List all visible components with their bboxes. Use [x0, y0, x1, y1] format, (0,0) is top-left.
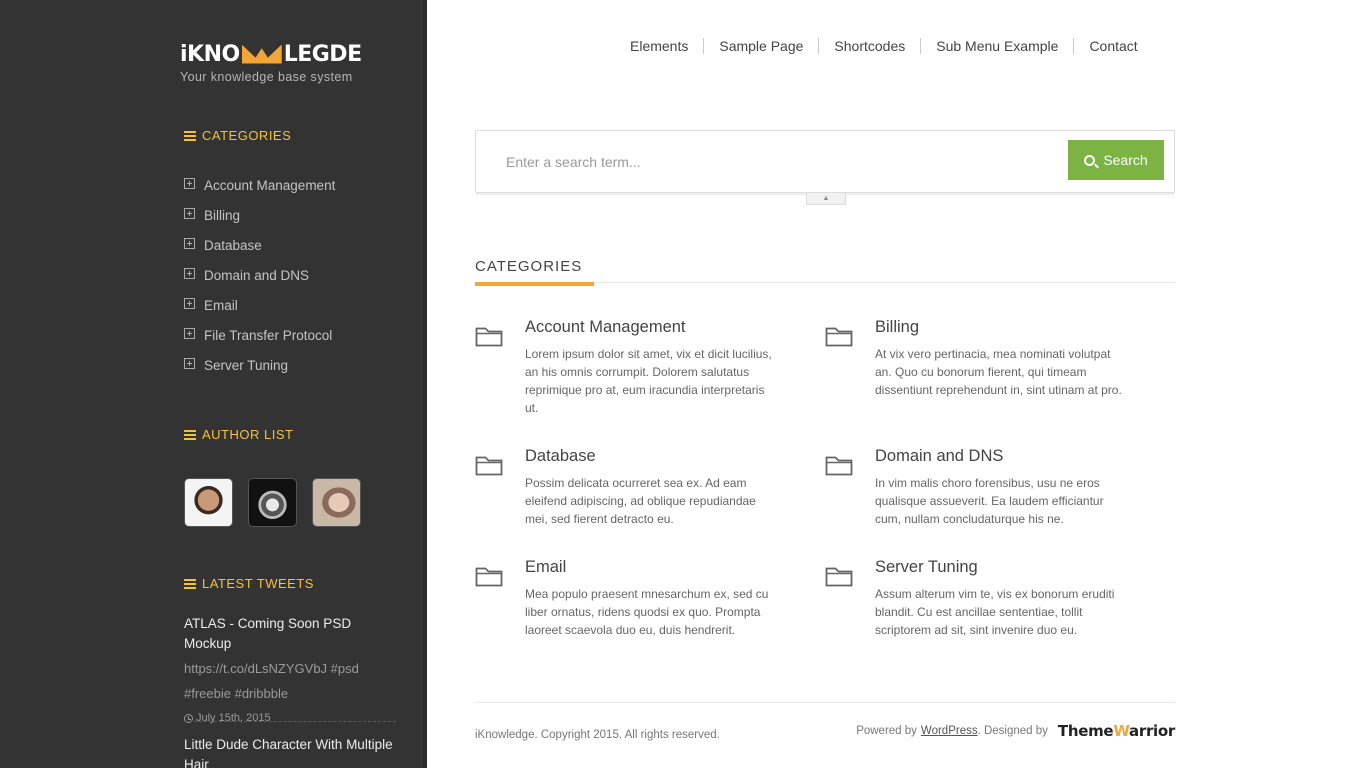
search-button-label: Search [1103, 152, 1148, 168]
sidebar-category-label: Server Tuning [204, 357, 289, 373]
tweet-title[interactable]: Little Dude Character With Multiple Hair [184, 735, 399, 768]
category-description: Possim delicata ocurreret sea ex. Ad eam… [525, 476, 756, 526]
plus-square-icon [184, 327, 195, 339]
widget-title-authors: AUTHOR LIST [184, 427, 293, 442]
sidebar-category-list: Account Management Billing Database Doma… [184, 170, 335, 380]
site-tagline: Your knowledge base system [180, 70, 353, 84]
nav-item-shortcodes[interactable]: Shortcodes [818, 38, 920, 54]
site-logo[interactable]: iKNO LEGDE Your knowledge base system [180, 40, 370, 85]
author-avatar[interactable] [184, 478, 233, 527]
nav-item-contact[interactable]: Contact [1073, 38, 1152, 54]
tweet-title[interactable]: ATLAS - Coming Soon PSD Mockup [184, 614, 399, 654]
sidebar: iKNO LEGDE Your knowledge base system CA… [0, 0, 427, 768]
category-title[interactable]: Server Tuning [875, 558, 978, 577]
widget-title-text: LATEST TWEETS [202, 576, 314, 591]
logo-text-left: iKNO [180, 41, 240, 67]
folder-icon [475, 456, 503, 476]
widget-title-text: CATEGORIES [202, 128, 292, 143]
top-navigation: Elements Sample Page Shortcodes Sub Menu… [615, 38, 1153, 54]
category-description: In vim malis choro forensibus, usu ne er… [875, 476, 1104, 526]
footer-divider [475, 702, 1175, 703]
nav-item-sub-menu-example[interactable]: Sub Menu Example [920, 38, 1073, 54]
category-title[interactable]: Database [525, 447, 596, 466]
search-form: Search [475, 130, 1175, 193]
tweet-date: July 15th, 2015 [184, 712, 399, 724]
category-description: At vix vero pertinacia, mea nominati vol… [875, 347, 1122, 397]
designed-by-text: . Designed by [977, 725, 1048, 737]
tweet-body[interactable]: https://t.co/dLsNZYGVbJ #psd #freebie #d… [184, 656, 399, 706]
footer-credits: Powered by WordPress. Designed by ThemeW… [856, 722, 1175, 740]
sidebar-category-label: File Transfer Protocol [204, 327, 333, 343]
section-accent-bar [475, 282, 594, 286]
sidebar-category-label: Billing [204, 207, 241, 223]
folder-icon [825, 567, 853, 587]
tweet-item: Little Dude Character With Multiple Hair [184, 735, 399, 768]
widget-title-tweets: LATEST TWEETS [184, 576, 314, 591]
themewarrior-logo[interactable]: ThemeWarrior [1058, 722, 1175, 740]
plus-square-icon [184, 177, 195, 189]
folder-icon [475, 327, 503, 347]
plus-square-icon [184, 297, 195, 309]
category-title[interactable]: Email [525, 558, 566, 577]
category-title[interactable]: Domain and DNS [875, 447, 1003, 466]
list-icon [184, 429, 196, 440]
search-toggle-tab[interactable]: ▲ [806, 193, 846, 205]
widget-title-categories: CATEGORIES [184, 128, 291, 143]
folder-icon [475, 567, 503, 587]
nav-item-elements[interactable]: Elements [615, 38, 703, 54]
sidebar-category-label: Database [204, 237, 262, 253]
tweet-item: ATLAS - Coming Soon PSD Mockup https://t… [184, 614, 399, 724]
powered-by-text: Powered by [856, 725, 917, 737]
author-avatar[interactable] [312, 478, 361, 527]
logo-w-mark [241, 44, 282, 64]
author-avatar[interactable] [248, 478, 297, 527]
list-icon [184, 130, 196, 141]
sidebar-category-item[interactable]: Domain and DNS [184, 260, 335, 290]
sidebar-category-item[interactable]: Server Tuning [184, 350, 335, 380]
sidebar-category-item[interactable]: File Transfer Protocol [184, 320, 335, 350]
folder-icon [825, 327, 853, 347]
category-title[interactable]: Billing [875, 318, 919, 337]
tweet-date-text: July 15th, 2015 [196, 712, 271, 724]
tweet-divider [184, 721, 396, 722]
sidebar-category-item[interactable]: Billing [184, 200, 335, 230]
footer-copyright: iKnowledge. Copyright 2015. All rights r… [475, 729, 720, 741]
widget-title-text: AUTHOR LIST [202, 427, 294, 442]
category-description: Lorem ipsum dolor sit amet, vix et dicit… [525, 347, 772, 415]
search-icon [1084, 154, 1096, 166]
category-description: Mea populo praesent mnesarchum ex, sed c… [525, 587, 769, 637]
wordpress-link[interactable]: WordPress [921, 725, 978, 737]
sidebar-category-item[interactable]: Email [184, 290, 335, 320]
sidebar-category-item[interactable]: Account Management [184, 170, 335, 200]
search-input[interactable] [488, 141, 1068, 183]
plus-square-icon [184, 357, 195, 369]
logo-text-right: LEGDE [283, 41, 362, 67]
plus-square-icon [184, 237, 195, 249]
sidebar-category-label: Email [204, 297, 238, 313]
logo-wordmark: iKNO LEGDE [180, 40, 370, 68]
section-title: CATEGORIES [475, 258, 583, 275]
category-description: Assum alterum vim te, vis ex bonorum eru… [875, 587, 1115, 637]
folder-icon [825, 456, 853, 476]
sidebar-category-label: Account Management [204, 177, 336, 193]
nav-item-sample-page[interactable]: Sample Page [703, 38, 818, 54]
category-title[interactable]: Account Management [525, 318, 686, 337]
sidebar-category-label: Domain and DNS [204, 267, 310, 283]
plus-square-icon [184, 207, 195, 219]
plus-square-icon [184, 267, 195, 279]
sidebar-category-item[interactable]: Database [184, 230, 335, 260]
search-button[interactable]: Search [1068, 140, 1164, 180]
author-list [184, 478, 361, 527]
list-icon [184, 578, 196, 589]
